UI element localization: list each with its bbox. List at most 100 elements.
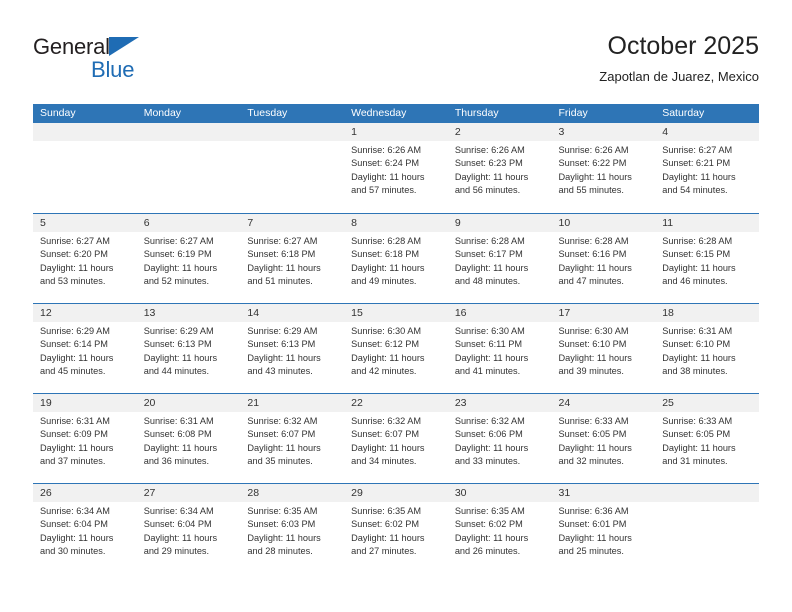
day-detail-line: and 53 minutes. bbox=[40, 275, 106, 286]
day-detail-line: and 56 minutes. bbox=[454, 184, 521, 195]
calendar-day-cell[interactable]: 30 Sunrise: 6:35 AM Sunset: 6:02 PM Dayligh… bbox=[447, 484, 552, 573]
calendar-day-cell[interactable]: 21 Sunrise: 6:32 AM Sunset: 6:07 PM Dayligh… bbox=[240, 394, 345, 483]
day-detail-line: Sunrise: 6:26 AM bbox=[454, 145, 525, 155]
day-details: Sunrise: 6:33 AM Sunset: 6:05 PM Daylight:… bbox=[552, 412, 656, 468]
calendar-day-cell[interactable]: 23 Sunrise: 6:32 AM Sunset: 6:06 PM Dayligh… bbox=[447, 394, 552, 483]
day-detail-line: Sunset: 6:21 PM bbox=[662, 158, 731, 169]
calendar-day-cell[interactable]: 12 Sunrise: 6:29 AM Sunset: 6:14 PM Dayligh… bbox=[33, 304, 137, 393]
day-number: 4 bbox=[655, 123, 759, 141]
calendar-day-cell[interactable]: 7 Sunrise: 6:27 AM Sunset: 6:18 PM Daylight… bbox=[240, 214, 345, 303]
calendar-day-cell[interactable]: 17 Sunrise: 6:30 AM Sunset: 6:10 PM Dayligh… bbox=[551, 304, 656, 393]
calendar-day-cell[interactable]: 14 Sunrise: 6:29 AM Sunset: 6:13 PM Dayligh… bbox=[240, 304, 345, 393]
day-detail-line: Sunset: 6:10 PM bbox=[558, 339, 627, 350]
day-detail-line: Daylight: 11 hours bbox=[247, 262, 321, 273]
day-number: 23 bbox=[447, 394, 552, 412]
day-details: Sunrise: 6:29 AM Sunset: 6:13 PM Daylight:… bbox=[240, 322, 344, 378]
calendar-day-cell[interactable]: 4 Sunrise: 6:27 AM Sunset: 6:21 PM Daylight… bbox=[655, 123, 759, 212]
day-detail-line: Sunrise: 6:35 AM bbox=[454, 506, 525, 516]
day-details: Sunrise: 6:28 AM Sunset: 6:18 PM Daylight:… bbox=[344, 232, 448, 288]
calendar-day-cell[interactable]: 28 Sunrise: 6:35 AM Sunset: 6:03 PM Dayligh… bbox=[240, 484, 345, 573]
day-number bbox=[655, 484, 759, 502]
day-detail-line: Sunset: 6:22 PM bbox=[558, 158, 627, 169]
day-detail-line: Sunset: 6:24 PM bbox=[351, 158, 420, 169]
day-number: 11 bbox=[655, 214, 759, 232]
day-number: 28 bbox=[240, 484, 345, 502]
day-detail-line: and 28 minutes. bbox=[247, 545, 313, 556]
day-number bbox=[240, 123, 345, 141]
day-number: 1 bbox=[344, 123, 448, 141]
calendar-day-cell[interactable]: 1 Sunrise: 6:26 AM Sunset: 6:24 PM Daylight… bbox=[344, 123, 448, 212]
day-number: 12 bbox=[33, 304, 137, 322]
calendar-day-cell[interactable]: 24 Sunrise: 6:33 AM Sunset: 6:05 PM Dayligh… bbox=[551, 394, 656, 483]
calendar-day-cell[interactable]: 22 Sunrise: 6:32 AM Sunset: 6:07 PM Dayligh… bbox=[344, 394, 448, 483]
day-detail-line: Sunset: 6:08 PM bbox=[143, 429, 212, 440]
calendar-day-cell[interactable]: 5 Sunrise: 6:27 AM Sunset: 6:20 PM Daylight… bbox=[33, 214, 137, 303]
day-detail-line: and 33 minutes. bbox=[454, 455, 521, 466]
day-detail-line: and 51 minutes. bbox=[247, 275, 313, 286]
day-details: Sunrise: 6:32 AM Sunset: 6:06 PM Daylight:… bbox=[448, 412, 552, 468]
day-detail-line: Daylight: 11 hours bbox=[454, 532, 529, 543]
day-details: Sunrise: 6:35 AM Sunset: 6:03 PM Daylight:… bbox=[240, 502, 344, 558]
day-detail-line: Sunrise: 6:30 AM bbox=[558, 326, 629, 336]
calendar-day-cell[interactable]: 11 Sunrise: 6:28 AM Sunset: 6:15 PM Dayligh… bbox=[655, 214, 759, 303]
calendar-day-cell[interactable]: 19 Sunrise: 6:31 AM Sunset: 6:09 PM Dayligh… bbox=[33, 394, 137, 483]
day-detail-line: and 57 minutes. bbox=[351, 184, 417, 195]
day-detail-line: and 46 minutes. bbox=[662, 275, 728, 286]
day-number: 26 bbox=[33, 484, 137, 502]
day-detail-line: Daylight: 11 hours bbox=[454, 352, 529, 363]
day-detail-line: Sunset: 6:15 PM bbox=[662, 249, 731, 260]
calendar-day-cell[interactable]: 8 Sunrise: 6:28 AM Sunset: 6:18 PM Daylight… bbox=[344, 214, 448, 303]
calendar-day-cell[interactable]: 31 Sunrise: 6:36 AM Sunset: 6:01 PM Dayligh… bbox=[551, 484, 656, 573]
calendar-day-cell[interactable]: 26 Sunrise: 6:34 AM Sunset: 6:04 PM Dayligh… bbox=[33, 484, 137, 573]
day-detail-line: and 27 minutes. bbox=[351, 545, 417, 556]
day-details: Sunrise: 6:29 AM Sunset: 6:14 PM Daylight:… bbox=[33, 322, 137, 378]
day-detail-line: Daylight: 11 hours bbox=[454, 171, 529, 182]
day-detail-line: Daylight: 11 hours bbox=[558, 532, 632, 543]
day-detail-line: and 45 minutes. bbox=[40, 365, 106, 376]
day-detail-line: Sunrise: 6:36 AM bbox=[558, 506, 629, 516]
day-detail-line: Sunrise: 6:31 AM bbox=[662, 326, 733, 336]
calendar-day-cell[interactable]: 16 Sunrise: 6:30 AM Sunset: 6:11 PM Dayligh… bbox=[447, 304, 552, 393]
day-number bbox=[33, 123, 137, 141]
day-detail-line: and 35 minutes. bbox=[247, 455, 313, 466]
calendar-week-row: 26 Sunrise: 6:34 AM Sunset: 6:04 PM Dayligh… bbox=[33, 483, 759, 573]
day-details: Sunrise: 6:30 AM Sunset: 6:10 PM Daylight:… bbox=[552, 322, 656, 378]
calendar-day-cell[interactable]: 27 Sunrise: 6:34 AM Sunset: 6:04 PM Dayligh… bbox=[136, 484, 241, 573]
day-number: 3 bbox=[551, 123, 656, 141]
day-details: Sunrise: 6:30 AM Sunset: 6:11 PM Daylight:… bbox=[448, 322, 552, 378]
day-detail-line: Daylight: 11 hours bbox=[40, 262, 114, 273]
day-details: Sunrise: 6:27 AM Sunset: 6:18 PM Daylight:… bbox=[240, 232, 344, 288]
day-detail-line: and 31 minutes. bbox=[662, 455, 728, 466]
day-detail-line: Daylight: 11 hours bbox=[40, 352, 114, 363]
day-detail-line: and 48 minutes. bbox=[454, 275, 521, 286]
day-detail-line: Sunset: 6:10 PM bbox=[662, 339, 731, 350]
day-detail-line: and 29 minutes. bbox=[143, 545, 210, 556]
calendar-day-cell[interactable]: 10 Sunrise: 6:28 AM Sunset: 6:16 PM Dayligh… bbox=[551, 214, 656, 303]
calendar-day-cell[interactable]: 2 Sunrise: 6:26 AM Sunset: 6:23 PM Daylight… bbox=[447, 123, 552, 212]
day-detail-line: and 39 minutes. bbox=[558, 365, 624, 376]
day-detail-line: and 43 minutes. bbox=[247, 365, 313, 376]
calendar-day-cell[interactable]: 25 Sunrise: 6:33 AM Sunset: 6:05 PM Dayligh… bbox=[655, 394, 759, 483]
day-detail-line: Sunrise: 6:32 AM bbox=[454, 416, 525, 426]
calendar-day-cell[interactable]: 18 Sunrise: 6:31 AM Sunset: 6:10 PM Dayligh… bbox=[655, 304, 759, 393]
calendar-day-cell[interactable]: 9 Sunrise: 6:28 AM Sunset: 6:17 PM Daylight… bbox=[447, 214, 552, 303]
day-detail-line: Daylight: 11 hours bbox=[143, 532, 218, 543]
day-detail-line: Sunset: 6:18 PM bbox=[247, 249, 316, 260]
calendar-day-cell[interactable]: 20 Sunrise: 6:31 AM Sunset: 6:08 PM Dayligh… bbox=[136, 394, 241, 483]
day-detail-line: Sunrise: 6:32 AM bbox=[247, 416, 318, 426]
day-detail-line: Sunset: 6:13 PM bbox=[247, 339, 316, 350]
calendar-day-cell[interactable]: 15 Sunrise: 6:30 AM Sunset: 6:12 PM Dayligh… bbox=[344, 304, 448, 393]
calendar-day-cell[interactable]: 13 Sunrise: 6:29 AM Sunset: 6:13 PM Dayligh… bbox=[136, 304, 241, 393]
day-number: 13 bbox=[136, 304, 241, 322]
calendar-day-cell[interactable]: 3 Sunrise: 6:26 AM Sunset: 6:22 PM Daylight… bbox=[551, 123, 656, 212]
weekday-header-saturday: Saturday bbox=[662, 107, 705, 119]
calendar-day-cell[interactable]: 29 Sunrise: 6:35 AM Sunset: 6:02 PM Dayligh… bbox=[344, 484, 448, 573]
weekday-header-wednesday: Wednesday bbox=[351, 107, 407, 119]
calendar-day-cell[interactable]: 6 Sunrise: 6:27 AM Sunset: 6:19 PM Daylight… bbox=[136, 214, 241, 303]
calendar-week-row: 5 Sunrise: 6:27 AM Sunset: 6:20 PM Daylight… bbox=[33, 213, 759, 303]
day-details: Sunrise: 6:27 AM Sunset: 6:19 PM Daylight:… bbox=[137, 232, 241, 288]
day-detail-line: and 26 minutes. bbox=[454, 545, 521, 556]
general-blue-logo[interactable]: General Blue bbox=[33, 34, 233, 92]
day-detail-line: and 32 minutes. bbox=[558, 455, 624, 466]
day-detail-line: Sunrise: 6:27 AM bbox=[40, 236, 110, 246]
